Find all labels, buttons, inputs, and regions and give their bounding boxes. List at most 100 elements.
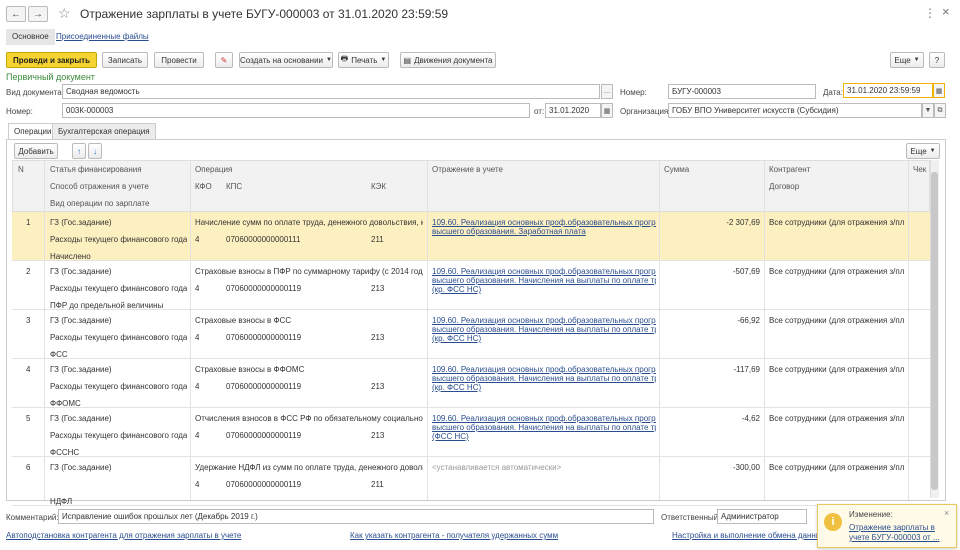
row-number: 1 xyxy=(26,218,31,227)
favorite-star-icon[interactable]: ☆ xyxy=(58,5,71,22)
open-link-icon[interactable]: ⧉ xyxy=(934,103,946,118)
date-field[interactable]: 31.01.2020 23:59:59 xyxy=(843,83,933,98)
row-reflection-line1[interactable]: 109.60. Реализация основных проф.образов… xyxy=(432,414,656,423)
notification-popup[interactable]: i Изменение: × Отражение зарплаты в учет… xyxy=(817,504,957,548)
close-icon[interactable]: × xyxy=(942,4,950,19)
row-optype: ФСС xyxy=(50,350,68,359)
row-reflection-line3[interactable]: (ФСС НС) xyxy=(432,432,656,441)
comment-field[interactable]: Исправление ошибок прошлых лет (Декабрь … xyxy=(58,509,654,524)
grid-more-button[interactable]: Еще ▼ xyxy=(906,143,940,159)
row-counterparty: Все сотрудники (для отражения з/пл ... xyxy=(769,414,907,423)
row-sum: -2 307,69 xyxy=(726,218,760,227)
col-divider xyxy=(427,160,428,500)
row-operation: Страховые взносы в ФСС xyxy=(195,316,292,325)
row-reflection-line1[interactable]: 109.60. Реализация основных проф.образов… xyxy=(432,365,656,374)
row-reflection-line1[interactable]: 109.60. Реализация основных проф.образов… xyxy=(432,267,656,276)
organization-field[interactable]: ГОБУ ВПО Университет искусств (Субсидия) xyxy=(668,103,922,118)
more-menu-icon[interactable]: ⋮ xyxy=(924,6,936,20)
from-date-field[interactable]: 31.01.2020 xyxy=(545,103,601,118)
col-reflection[interactable]: Отражение в учете xyxy=(432,165,503,174)
help-button[interactable]: ? xyxy=(929,52,945,68)
row-reflection-line2[interactable]: высшего образования. Начисления на выпла… xyxy=(432,374,656,383)
col-check[interactable]: Чек xyxy=(913,165,926,174)
printer-icon: 🖶 xyxy=(340,54,349,63)
row-kek: 211 xyxy=(371,235,384,244)
tab-attached-files[interactable]: Присоединенные файлы xyxy=(56,32,149,41)
row-article: ГЗ (Гос.задание) xyxy=(50,463,112,472)
row-reflection-line1[interactable]: 109.60. Реализация основных проф.образов… xyxy=(432,218,656,227)
doc-type-field[interactable]: Сводная ведомость xyxy=(62,84,600,99)
document-movements-button[interactable]: ▤ Движения документа xyxy=(400,52,496,68)
row-operation: Страховые взносы в ФФОМС xyxy=(195,365,305,374)
col-contract[interactable]: Договор xyxy=(769,182,799,191)
responsible-label: Ответственный: xyxy=(661,513,721,522)
col-n[interactable]: N xyxy=(18,165,24,174)
row-optype: ПФР до предельной величины xyxy=(50,301,164,310)
post-button[interactable]: Провести xyxy=(154,52,204,68)
link-autosubstitution[interactable]: Автоподстановка контрагента для отражени… xyxy=(6,531,241,540)
col-kps[interactable]: КПС xyxy=(226,182,242,191)
row-optype: ФФОМС xyxy=(50,399,81,408)
scrollbar-thumb[interactable] xyxy=(931,172,938,490)
row-kps: 07060000000000119 xyxy=(226,382,302,391)
col-divider xyxy=(659,160,660,500)
responsible-field[interactable]: Администратор xyxy=(717,509,807,524)
row-reflection-line3[interactable]: (кр. ФСС НС) xyxy=(432,334,656,343)
doc-type-select-icon[interactable]: … xyxy=(601,84,613,99)
forward-button[interactable]: → xyxy=(28,6,48,22)
row-method: Расходы текущего финансового года xyxy=(50,235,188,244)
add-button[interactable]: Добавить xyxy=(14,143,58,159)
move-down-icon[interactable]: ↓ xyxy=(88,143,102,159)
row-reflection-line3[interactable]: (кр. ФСС НС) xyxy=(432,285,656,294)
col-kfo[interactable]: КФО xyxy=(195,182,212,191)
row-method: Расходы текущего финансового года xyxy=(50,382,188,391)
calendar-icon[interactable]: ▦ xyxy=(933,83,945,98)
back-button[interactable]: ← xyxy=(6,6,26,22)
notification-link-line1[interactable]: Отражение зарплаты в xyxy=(849,523,935,532)
row-counterparty: Все сотрудники (для отражения з/пл ... xyxy=(769,267,907,276)
col-sum[interactable]: Сумма xyxy=(664,165,689,174)
notification-link-line2[interactable]: учете БУГУ-000003 от ... xyxy=(849,533,940,542)
row-reflection-line2[interactable]: высшего образования. Начисления на выпла… xyxy=(432,423,656,432)
row-reflection-line2[interactable]: высшего образования. Начисления на выпла… xyxy=(432,325,656,334)
row-article: ГЗ (Гос.задание) xyxy=(50,218,112,227)
row-kps: 07060000000000119 xyxy=(226,333,302,342)
row-reflection-line1[interactable]: 109.60. Реализация основных проф.образов… xyxy=(432,316,656,325)
number-label: Номер: xyxy=(620,88,647,97)
chevron-down-icon: ▼ xyxy=(913,57,920,63)
tab-main[interactable]: Основное xyxy=(6,29,55,45)
post-and-close-button[interactable]: Проведи и закрыть xyxy=(6,52,97,68)
row-operation: Отчисления взносов в ФСС РФ по обязатель… xyxy=(195,414,423,423)
row-reflection-line3[interactable]: (кр. ФСС НС) xyxy=(432,383,656,392)
tab-accounting-operation[interactable]: Бухгалтерская операция xyxy=(52,123,156,139)
row-kfo: 4 xyxy=(195,235,200,244)
chevron-down-icon[interactable]: ▼ xyxy=(922,103,934,118)
col-kek[interactable]: КЭК xyxy=(371,182,386,191)
move-up-icon[interactable]: ↑ xyxy=(72,143,86,159)
col-operation[interactable]: Операция xyxy=(195,165,232,174)
number2-field[interactable]: 003К-000003 xyxy=(62,103,530,118)
col-method[interactable]: Способ отражения в учете xyxy=(50,182,149,191)
print-button[interactable]: 🖶 Печать ▼ xyxy=(338,52,389,68)
notification-close-icon[interactable]: × xyxy=(944,508,949,518)
calendar-icon[interactable]: ▦ xyxy=(601,103,613,118)
link-counterparty-help[interactable]: Как указать контрагента - получателя уде… xyxy=(350,531,558,540)
window-title: Отражение зарплаты в учете БУГУ-000003 о… xyxy=(80,7,449,21)
row-reflection-line1[interactable]: <устанавливается автоматически> xyxy=(432,463,656,472)
chevron-down-icon: ▼ xyxy=(380,57,387,63)
col-counterparty[interactable]: Контрагент xyxy=(769,165,810,174)
row-reflection-line2[interactable]: высшего образования. Заработная плата xyxy=(432,227,656,236)
save-button[interactable]: Записать xyxy=(102,52,148,68)
number-field[interactable]: БУГУ-000003 xyxy=(668,84,816,99)
col-optype[interactable]: Вид операции по зарплате xyxy=(50,199,149,208)
notification-title: Изменение: xyxy=(849,510,893,519)
create-based-on-button[interactable]: Создать на основании ▼ xyxy=(239,52,333,68)
dt-kt-icon[interactable]: ✎ xyxy=(215,52,233,68)
tab-operations[interactable]: Операции xyxy=(8,123,58,140)
more-button[interactable]: Еще ▼ xyxy=(890,52,924,68)
row-number: 2 xyxy=(26,267,31,276)
row-reflection-line2[interactable]: высшего образования. Начисления на выпла… xyxy=(432,276,656,285)
col-article[interactable]: Статья финансирования xyxy=(50,165,142,174)
create-based-label: Создать на основании xyxy=(240,55,324,65)
number2-label: Номер: xyxy=(6,107,33,116)
